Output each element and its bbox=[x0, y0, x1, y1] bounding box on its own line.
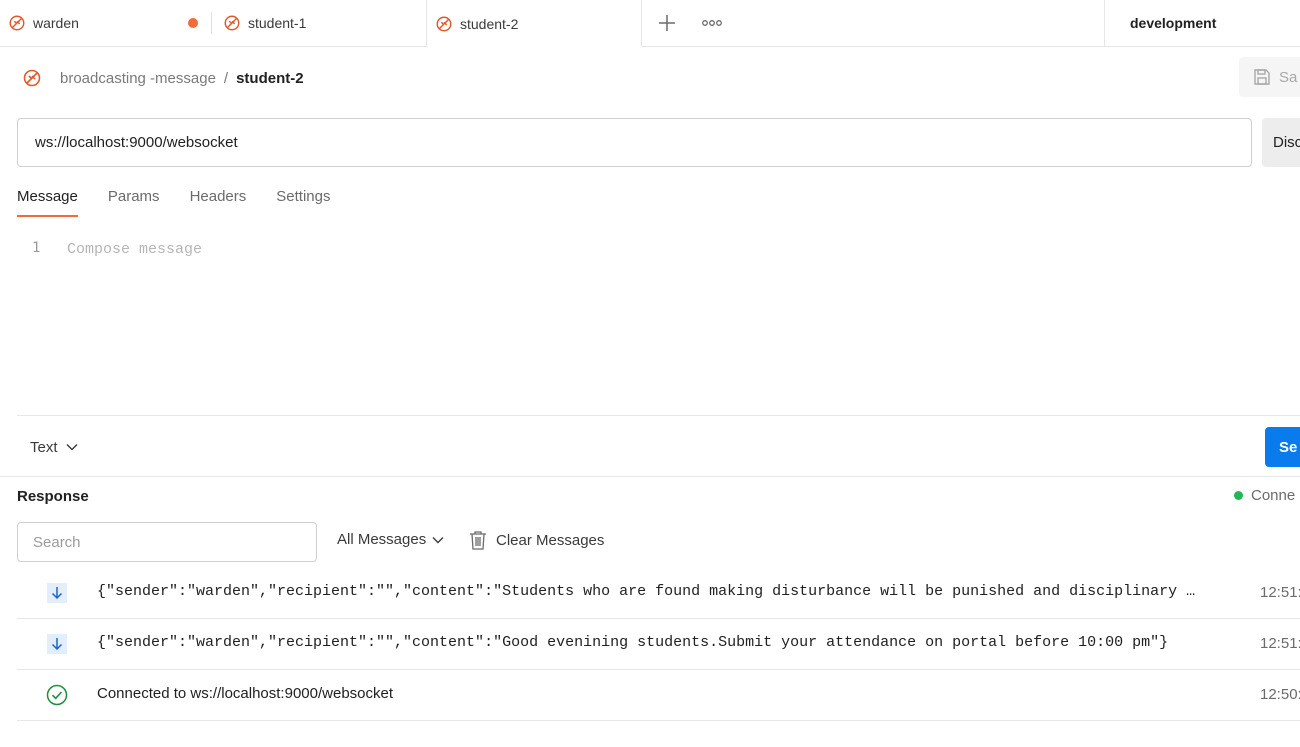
breadcrumb-separator: / bbox=[223, 69, 229, 87]
environment-selector[interactable]: development bbox=[1104, 0, 1300, 46]
save-icon bbox=[1254, 69, 1270, 85]
message-format-select[interactable]: Text bbox=[30, 436, 78, 458]
message-text: {"sender":"warden","recipient":"","conte… bbox=[97, 583, 1196, 600]
editor-divider bbox=[17, 415, 1300, 416]
breadcrumb-collection[interactable]: broadcasting -message bbox=[60, 70, 216, 87]
status-dot bbox=[1234, 491, 1243, 500]
tab-settings[interactable]: Settings bbox=[276, 186, 330, 217]
filter-label: All Messages bbox=[337, 531, 427, 548]
section-divider bbox=[0, 476, 1300, 477]
more-tabs-button[interactable] bbox=[700, 11, 724, 35]
message-text: Connected to ws://localhost:9000/websock… bbox=[97, 685, 394, 702]
tab-headers[interactable]: Headers bbox=[190, 186, 247, 217]
search-input[interactable]: Search bbox=[17, 522, 317, 562]
unsaved-dot bbox=[188, 18, 198, 28]
plus-icon bbox=[659, 15, 675, 31]
save-button[interactable]: Sa bbox=[1239, 57, 1300, 97]
message-row[interactable]: Connected to ws://localhost:9000/websock… bbox=[17, 670, 1300, 721]
message-editor[interactable]: 1 Compose message bbox=[17, 232, 1300, 415]
response-title: Response bbox=[17, 488, 89, 505]
tab-divider bbox=[211, 12, 212, 34]
format-label: Text bbox=[30, 438, 58, 456]
tab-label: student-1 bbox=[248, 15, 307, 31]
tab-label: warden bbox=[33, 15, 79, 31]
chevron-down-icon bbox=[432, 536, 444, 543]
trash-icon bbox=[470, 531, 486, 550]
status-label: Conne bbox=[1251, 487, 1296, 504]
tab-message[interactable]: Message bbox=[17, 186, 78, 217]
message-row[interactable]: {"sender":"warden","recipient":"","conte… bbox=[17, 619, 1300, 670]
incoming-arrow-icon bbox=[47, 583, 67, 603]
new-tab-button[interactable] bbox=[655, 11, 679, 35]
incoming-arrow-icon bbox=[47, 634, 67, 654]
websocket-icon bbox=[224, 15, 240, 31]
tab-bar: warden student-1 student-2 development bbox=[0, 0, 1300, 47]
clear-messages-button[interactable]: Clear Messages bbox=[469, 530, 604, 550]
message-time: 12:51: bbox=[1260, 635, 1300, 652]
tab-student-2[interactable]: student-2 bbox=[426, 0, 642, 47]
check-circle-icon bbox=[46, 684, 68, 706]
message-text: {"sender":"warden","recipient":"","conte… bbox=[97, 634, 1169, 651]
message-row[interactable]: {"sender":"warden","recipient":"","conte… bbox=[17, 568, 1300, 619]
chevron-down-icon bbox=[66, 444, 78, 451]
save-label: Sa bbox=[1279, 68, 1298, 86]
disconnect-button[interactable]: Disc bbox=[1262, 118, 1300, 167]
websocket-icon bbox=[436, 16, 452, 31]
message-time: 12:50: bbox=[1260, 686, 1300, 703]
message-filter-select[interactable]: All Messages bbox=[337, 531, 444, 548]
tab-params[interactable]: Params bbox=[108, 186, 160, 217]
breadcrumb: broadcasting -message / student-2 bbox=[22, 66, 304, 90]
url-input[interactable]: ws://localhost:9000/websocket bbox=[17, 118, 1252, 167]
websocket-icon bbox=[9, 15, 25, 31]
more-horizontal-icon bbox=[702, 20, 722, 26]
message-time: 12:51: bbox=[1260, 584, 1300, 601]
request-tabs: Message Params Headers Settings bbox=[17, 186, 360, 217]
connection-status: Conne bbox=[1234, 487, 1295, 504]
tab-student-1[interactable]: student-1 bbox=[215, 0, 425, 46]
send-button[interactable]: Se bbox=[1265, 427, 1300, 467]
tab-warden[interactable]: warden bbox=[0, 0, 210, 46]
clear-label: Clear Messages bbox=[496, 531, 605, 549]
breadcrumb-request-name[interactable]: student-2 bbox=[236, 70, 304, 87]
tab-label: student-2 bbox=[460, 15, 519, 32]
compose-placeholder: Compose message bbox=[67, 241, 203, 258]
line-number: 1 bbox=[32, 240, 41, 256]
websocket-icon bbox=[23, 69, 41, 87]
